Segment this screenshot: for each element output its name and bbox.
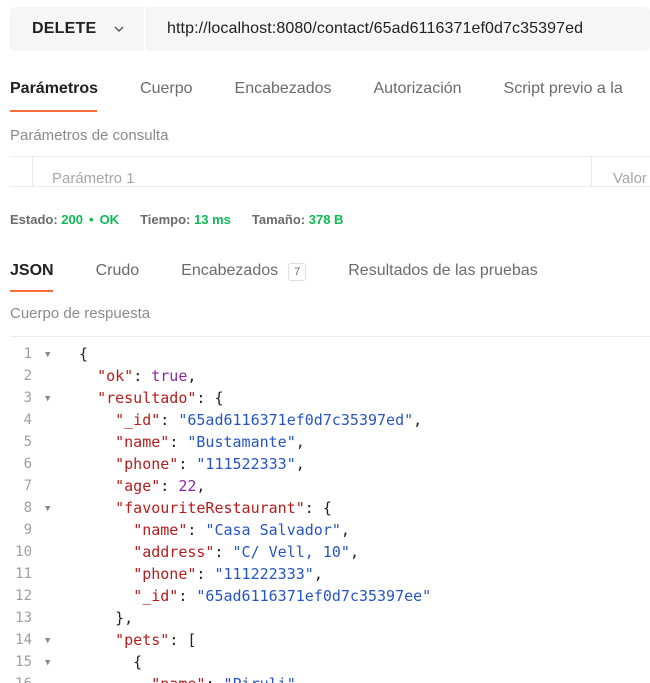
- code-line: 10 "address": "C/ Vell, 10",: [0, 541, 650, 563]
- code-line: 16 "name": "Piruli": [0, 673, 650, 683]
- fold-arrow-icon[interactable]: ▼: [45, 388, 50, 410]
- tab-raw[interactable]: Crudo: [96, 262, 140, 292]
- tab-response-headers-label: Encabezados: [181, 262, 279, 279]
- request-tabs: Parámetros Cuerpo Encabezados Autorizaci…: [10, 80, 650, 110]
- line-number: 13: [15, 610, 32, 626]
- code-line: 2 "ok": true,: [0, 365, 650, 387]
- code-line: 1 ▼ {: [0, 343, 650, 365]
- code-line: 5 "name": "Bustamante",: [0, 431, 650, 453]
- code-text: "ok": true,: [97, 367, 197, 385]
- tab-authorization[interactable]: Autorización: [374, 80, 462, 110]
- size-label: Tamaño:: [251, 212, 306, 227]
- params-table-border: [10, 156, 650, 157]
- response-status-bar: Estado: 200 • OK Tiempo: 13 ms Tamaño: 3…: [10, 212, 343, 227]
- code-line: 3 ▼ "resultado": {: [0, 387, 650, 409]
- status-text: OK: [99, 212, 120, 227]
- code-text: "name": "Bustamante",: [115, 433, 305, 451]
- line-number: 8: [23, 500, 32, 516]
- line-number: 10: [15, 544, 32, 560]
- code-text: "phone": "111522333",: [115, 455, 305, 473]
- line-number: 9: [23, 522, 32, 538]
- status-code: 200: [61, 212, 83, 227]
- status-dot-icon: •: [89, 212, 94, 227]
- url-input[interactable]: http://localhost:8080/contact/65ad611637…: [146, 20, 583, 38]
- status-label: Estado:: [10, 212, 58, 227]
- url-bar: DELETE http://localhost:8080/contact/65a…: [10, 7, 650, 51]
- method-label: DELETE: [32, 20, 97, 37]
- tab-test-results-label: Resultados de las pruebas: [348, 262, 538, 279]
- param-key-input[interactable]: Parámetro 1: [52, 170, 135, 187]
- line-number: 6: [23, 456, 32, 472]
- time-value: 13 ms: [194, 212, 231, 227]
- fold-arrow-icon[interactable]: ▼: [45, 498, 50, 520]
- code-text: "_id": "65ad6116371ef0d7c35397ee": [133, 587, 432, 605]
- tab-test-results[interactable]: Resultados de las pruebas: [348, 262, 537, 292]
- code-line: 7 "age": 22,: [0, 475, 650, 497]
- tab-response-headers[interactable]: Encabezados 7: [181, 262, 307, 292]
- headers-count-badge: 7: [288, 263, 307, 281]
- line-number: 15: [15, 654, 32, 670]
- line-number: 2: [23, 368, 32, 384]
- code-text: "phone": "111222333",: [133, 565, 323, 583]
- divider: [10, 336, 650, 337]
- code-text: "age": 22,: [115, 477, 206, 495]
- code-text: {: [79, 653, 143, 671]
- code-text: "favouriteRestaurant": {: [115, 499, 332, 517]
- code-text: "address": "C/ Vell, 10",: [133, 543, 359, 561]
- line-number: 7: [23, 478, 32, 494]
- code-text: "pets": [: [115, 631, 197, 649]
- response-body-editor[interactable]: 1 ▼ {2 "ok": true, 3 ▼ "resultado": { 4 "_id"…: [0, 343, 650, 683]
- code-text: {: [79, 345, 89, 363]
- query-params-label: Parámetros de consulta: [10, 127, 169, 144]
- code-line: 9 "name": "Casa Salvador",: [0, 519, 650, 541]
- code-line: 6 "phone": "111522333",: [0, 453, 650, 475]
- fold-arrow-icon[interactable]: ▼: [45, 652, 50, 674]
- tab-body[interactable]: Cuerpo: [140, 80, 192, 110]
- params-table-divider: [591, 157, 592, 186]
- tab-raw-label: Crudo: [95, 262, 140, 279]
- method-select[interactable]: DELETE: [10, 7, 146, 51]
- code-line: 12 "_id": "65ad6116371ef0d7c35397ee": [0, 585, 650, 607]
- size-value: 378 B: [308, 212, 344, 227]
- tab-json[interactable]: JSON: [10, 262, 54, 292]
- param-value-input[interactable]: Valor: [613, 170, 647, 187]
- line-number: 11: [15, 566, 32, 582]
- line-number: 16: [0, 673, 32, 683]
- line-number: 5: [23, 434, 32, 450]
- code-line: 14 ▼ "pets": [: [0, 629, 650, 651]
- tab-params[interactable]: Parámetros: [10, 80, 98, 110]
- active-response-tab-indicator: [10, 290, 53, 292]
- code-text: },: [79, 609, 134, 627]
- code-line: 15 ▼ {: [0, 651, 650, 673]
- code-text: "name": "Piruli": [79, 673, 296, 683]
- time-label: Tiempo:: [140, 212, 191, 227]
- fold-arrow-icon[interactable]: ▼: [45, 630, 50, 652]
- fold-arrow-icon[interactable]: ▼: [45, 344, 50, 366]
- tab-pre-request-script[interactable]: Script previo a la: [504, 80, 623, 110]
- tab-json-label: JSON: [10, 262, 54, 279]
- line-number: 3: [23, 390, 32, 406]
- tab-headers[interactable]: Encabezados: [235, 80, 332, 110]
- params-table-divider: [32, 157, 33, 186]
- line-number: 14: [15, 632, 32, 648]
- code-text: "_id": "65ad6116371ef0d7c35397ed",: [115, 411, 423, 429]
- response-tabs: JSON Crudo Encabezados 7 Resultados de la…: [10, 262, 580, 292]
- code-text: "name": "Casa Salvador",: [133, 521, 350, 539]
- code-line: 4 "_id": "65ad6116371ef0d7c35397ed",: [0, 409, 650, 431]
- response-body-label: Cuerpo de respuesta: [10, 305, 151, 322]
- code-line: 8 ▼ "favouriteRestaurant": {: [0, 497, 650, 519]
- line-number: 4: [23, 412, 32, 428]
- line-number: 1: [23, 346, 32, 362]
- chevron-down-icon: [114, 26, 124, 32]
- code-line: 13 },: [0, 607, 650, 629]
- active-tab-indicator: [10, 110, 97, 112]
- code-text: "resultado": {: [97, 389, 224, 407]
- code-line: 11 "phone": "111222333",: [0, 563, 650, 585]
- line-number: 12: [15, 588, 32, 604]
